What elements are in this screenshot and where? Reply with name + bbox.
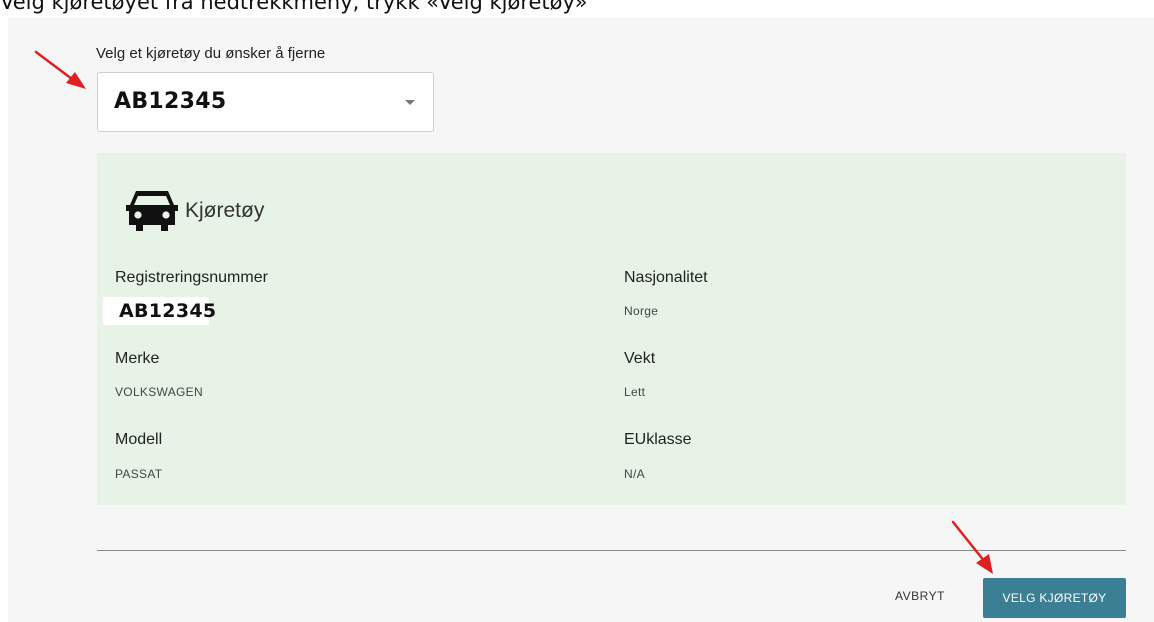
eu-class-label: EUklasse: [624, 431, 692, 448]
registration-plate: AB12345: [103, 297, 216, 325]
vehicle-select-label: Velg et kjøretøy du ønsker å fjerne: [96, 45, 326, 62]
weight-label: Vekt: [624, 350, 656, 367]
card-title: Kjøretøy: [185, 199, 265, 222]
model-value: PASSAT: [115, 467, 163, 481]
make-label: Merke: [115, 350, 160, 367]
car-icon: [126, 191, 178, 231]
vehicle-info-card: Kjøretøy Registreringsnummer AB12345 Nas…: [97, 153, 1126, 505]
nationality-value: Norge: [624, 304, 659, 318]
eu-class-value: N/A: [624, 467, 645, 481]
annotation-arrow-icon: [951, 520, 993, 574]
registration-label: Registreringsnummer: [115, 269, 268, 286]
weight-value: Lett: [624, 385, 646, 399]
vehicle-select[interactable]: AB12345: [97, 72, 434, 132]
chevron-down-icon: [405, 100, 415, 105]
nationality-label: Nasjonalitet: [624, 269, 708, 286]
vehicle-select-value: AB12345: [114, 89, 227, 114]
cancel-button[interactable]: AVBRYT: [895, 589, 945, 603]
make-value: VOLKSWAGEN: [115, 385, 203, 399]
select-vehicle-button[interactable]: VELG KJØRETØY: [983, 578, 1126, 618]
model-label: Modell: [115, 431, 163, 448]
annotation-arrow-icon: [34, 50, 86, 89]
registration-value: AB12345: [119, 300, 217, 322]
instruction-text: Velg kjøretøyet fra nedtrekkmeny, trykk …: [0, 0, 588, 14]
